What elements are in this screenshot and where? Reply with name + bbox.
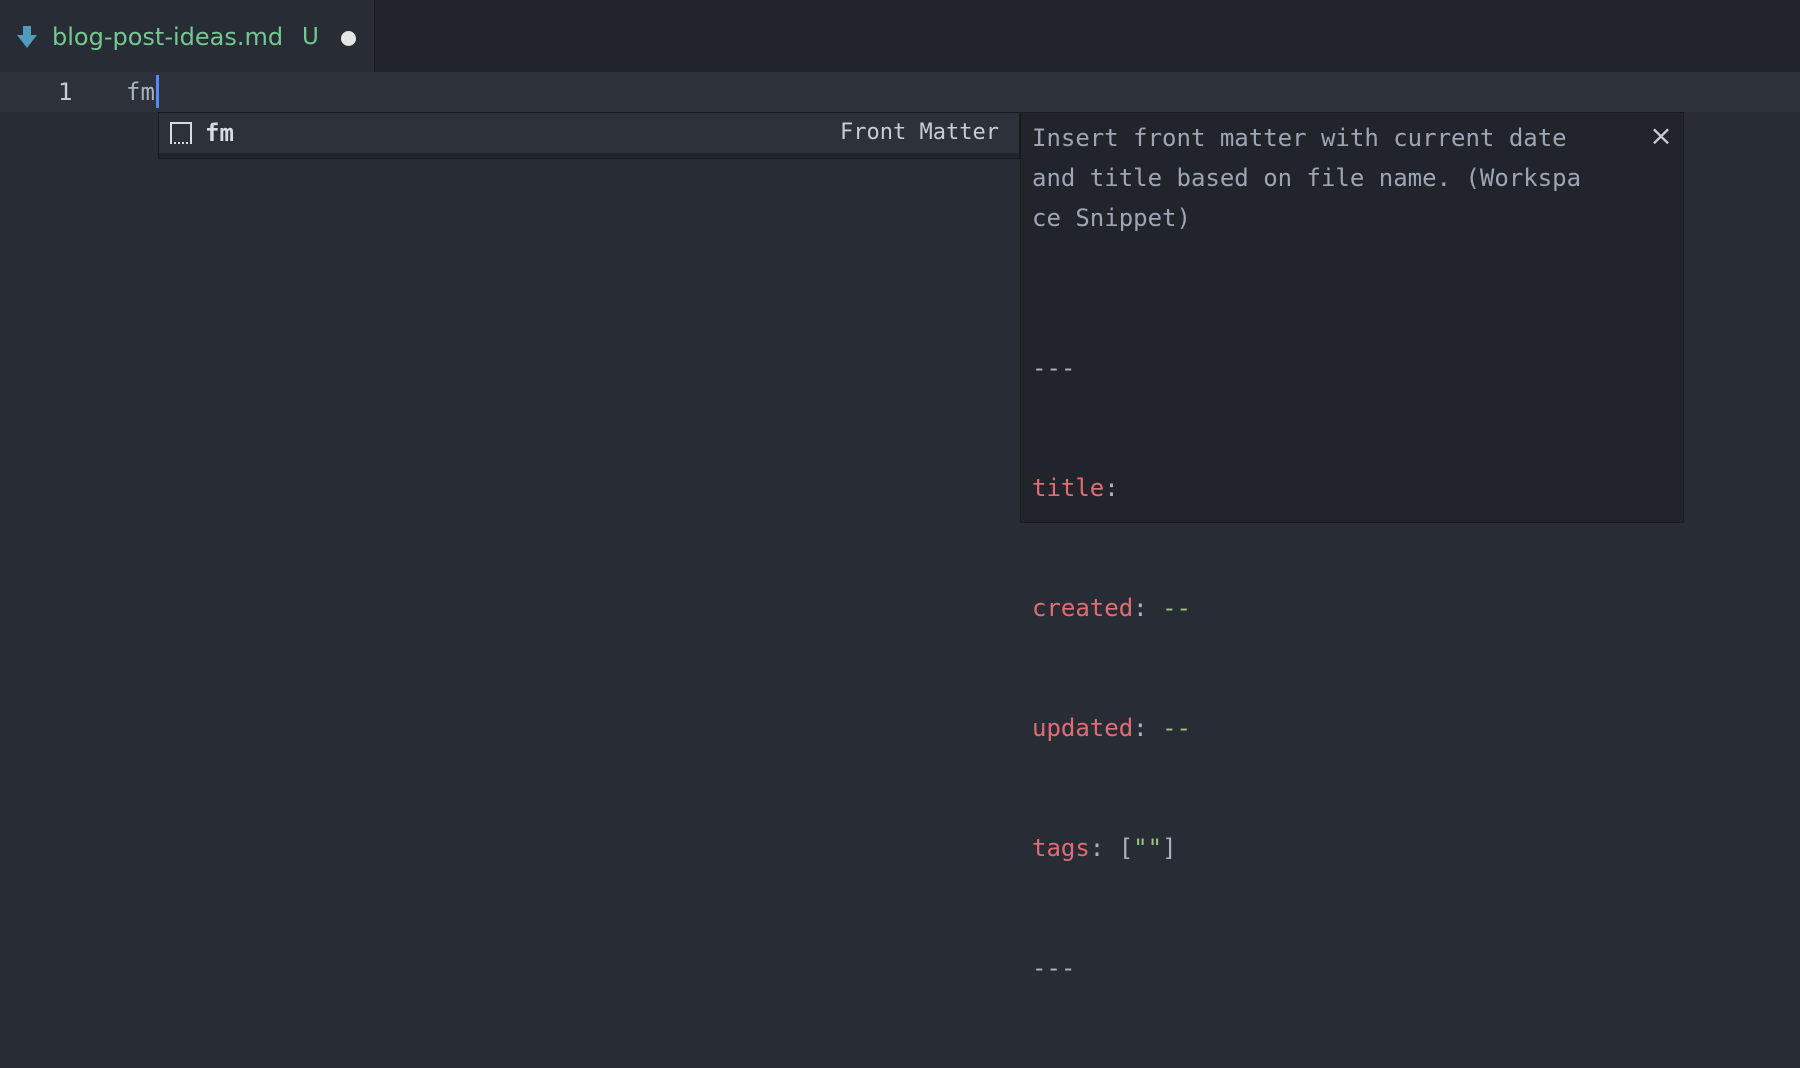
text-cursor bbox=[156, 75, 159, 108]
yaml-key: title bbox=[1032, 474, 1105, 502]
doc-line: ce Snippet) bbox=[1032, 204, 1191, 232]
snippet-icon bbox=[170, 122, 192, 144]
unsaved-dot-icon[interactable] bbox=[341, 31, 356, 46]
close-icon[interactable]: × bbox=[1646, 121, 1676, 151]
tab-bar: blog-post-ideas.md U bbox=[0, 0, 1800, 72]
tab-blog-post-ideas[interactable]: blog-post-ideas.md U bbox=[0, 0, 375, 72]
line-number: 1 bbox=[58, 78, 73, 106]
doc-line: Insert front matter with current date bbox=[1032, 124, 1567, 152]
suggestion-item-fm[interactable]: fm Front Matter bbox=[159, 113, 1019, 153]
suggestion-details-panel: Insert front matter with current date and… bbox=[1020, 112, 1684, 982]
markdown-arrow-icon bbox=[17, 26, 37, 48]
suggestion-documentation: Insert front matter with current date and… bbox=[1032, 118, 1632, 238]
git-status-badge: U bbox=[302, 24, 319, 50]
yaml-key: tags bbox=[1032, 834, 1090, 862]
yaml-colon: : bbox=[1089, 834, 1105, 862]
snippet-preview: --- title: created: -- updated: -- tags:… bbox=[1032, 268, 1191, 1068]
doc-line: and title based on file name. (Workspa bbox=[1032, 164, 1582, 192]
code-line: title: bbox=[1032, 468, 1191, 508]
suggestion-detail: Front Matter bbox=[840, 120, 999, 145]
code-line: updated: -- bbox=[1032, 708, 1191, 748]
front-matter-delimiter: --- bbox=[1032, 354, 1076, 382]
yaml-bracket: [ bbox=[1118, 834, 1134, 862]
front-matter-delimiter: --- bbox=[1032, 954, 1076, 982]
current-line-highlight bbox=[0, 72, 1800, 112]
yaml-colon: : bbox=[1104, 474, 1119, 502]
code-line: --- bbox=[1032, 348, 1191, 388]
editor-line-text[interactable]: fm bbox=[126, 74, 155, 110]
yaml-key: created bbox=[1032, 594, 1134, 622]
suggestion-label: fm bbox=[205, 119, 234, 147]
yaml-value: "" bbox=[1133, 834, 1163, 862]
yaml-value: -- bbox=[1162, 594, 1191, 622]
yaml-colon: : bbox=[1133, 714, 1148, 742]
tab-title: blog-post-ideas.md bbox=[52, 23, 284, 51]
yaml-value: -- bbox=[1162, 714, 1191, 742]
yaml-key: updated bbox=[1032, 714, 1134, 742]
code-line: --- bbox=[1032, 948, 1191, 988]
editor[interactable]: 1 fm fm Front Matter Insert front matter… bbox=[0, 72, 1800, 982]
code-line: tags: [""] bbox=[1032, 828, 1191, 868]
code-line: created: -- bbox=[1032, 588, 1191, 628]
yaml-bracket: ] bbox=[1162, 834, 1177, 862]
suggest-widget: fm Front Matter bbox=[158, 112, 1020, 159]
yaml-colon: : bbox=[1133, 594, 1148, 622]
